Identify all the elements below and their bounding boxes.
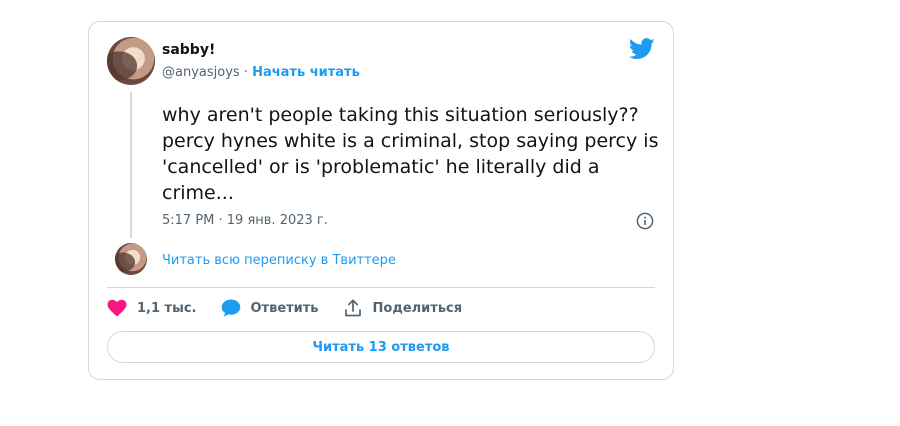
read-thread-link[interactable]: Читать всю переписку в Твиттере bbox=[162, 253, 396, 268]
speech-bubble-icon bbox=[221, 299, 240, 317]
read-replies-button[interactable]: Читать 13 ответов bbox=[107, 331, 655, 363]
reply-button[interactable]: Ответить bbox=[221, 299, 319, 317]
share-button[interactable]: Поделиться bbox=[343, 299, 463, 317]
info-icon[interactable] bbox=[636, 212, 654, 230]
thread-avatar[interactable] bbox=[115, 243, 147, 275]
share-label: Поделиться bbox=[372, 300, 463, 316]
tweet-card: sabby! @anyasjoys · Начать читать why ar… bbox=[88, 21, 674, 380]
share-arrow-icon bbox=[344, 299, 361, 317]
like-count: 1,1 тыс. bbox=[137, 300, 197, 316]
author-handle[interactable]: @anyasjoys bbox=[162, 65, 240, 80]
twitter-bird-icon[interactable] bbox=[629, 38, 655, 60]
heart-icon bbox=[107, 299, 127, 317]
tweet-timestamp[interactable]: 5:17 PM · 19 янв. 2023 г. bbox=[162, 213, 328, 228]
action-bar: 1,1 тыс. Ответить Поделиться bbox=[107, 298, 486, 318]
author-avatar[interactable] bbox=[107, 37, 155, 85]
divider bbox=[107, 287, 655, 288]
handle-separator: · bbox=[239, 65, 253, 80]
author-name[interactable]: sabby! bbox=[162, 42, 215, 58]
reply-label: Ответить bbox=[250, 300, 319, 316]
like-button[interactable]: 1,1 тыс. bbox=[107, 299, 197, 317]
follow-link[interactable]: Начать читать bbox=[252, 65, 360, 80]
author-handle-row: @anyasjoys · Начать читать bbox=[162, 65, 360, 80]
thread-line bbox=[130, 92, 132, 238]
tweet-text: why aren't people taking this situation … bbox=[162, 104, 659, 204]
